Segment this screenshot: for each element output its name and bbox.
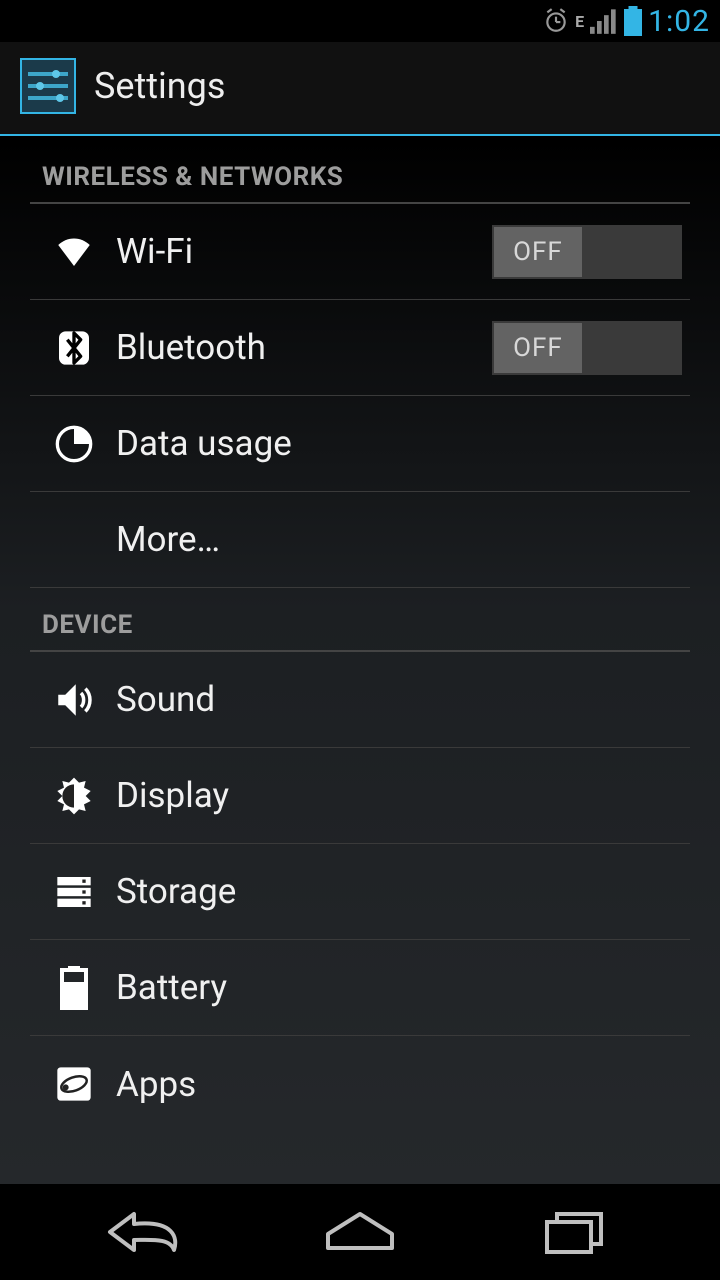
settings-item-apps[interactable]: Apps [30,1036,690,1132]
wifi-toggle[interactable]: OFF [492,225,682,279]
settings-app-icon [20,58,76,114]
toggle-state-label: OFF [494,323,582,373]
network-type-indicator: E [575,12,584,31]
settings-item-label: Display [110,775,682,816]
settings-item-data-usage[interactable]: Data usage [30,396,690,492]
status-bar: E 1:02 [0,0,720,42]
bluetooth-toggle[interactable]: OFF [492,321,682,375]
recent-apps-button[interactable] [505,1197,645,1267]
settings-item-label: Wi-Fi [110,231,492,272]
settings-item-label: More… [110,519,682,560]
settings-item-label: Sound [110,679,682,720]
settings-item-bluetooth[interactable]: Bluetooth OFF [30,300,690,396]
section-header-device: DEVICE [30,588,690,652]
toggle-state-label: OFF [494,227,582,277]
display-icon [38,776,110,816]
settings-item-wifi[interactable]: Wi-Fi OFF [30,204,690,300]
settings-item-sound[interactable]: Sound [30,652,690,748]
settings-item-battery[interactable]: Battery [30,940,690,1036]
alarm-icon [543,8,569,34]
settings-item-label: Bluetooth [110,327,492,368]
data-usage-icon [38,424,110,464]
settings-item-label: Data usage [110,423,682,464]
wifi-icon [38,231,110,273]
storage-icon [38,872,110,912]
section-header-wireless: WIRELESS & NETWORKS [30,140,690,204]
settings-item-label: Storage [110,871,682,912]
settings-list[interactable]: WIRELESS & NETWORKS Wi-Fi OFF Bluetooth … [0,140,720,1184]
signal-icon [590,8,618,34]
battery-settings-icon [38,966,110,1010]
settings-item-label: Apps [110,1064,682,1105]
page-title: Settings [94,65,225,107]
home-button[interactable] [290,1197,430,1267]
navigation-bar [0,1184,720,1280]
settings-item-display[interactable]: Display [30,748,690,844]
bluetooth-icon [38,328,110,368]
settings-item-storage[interactable]: Storage [30,844,690,940]
battery-icon [624,6,642,36]
back-button[interactable] [75,1197,215,1267]
status-clock: 1:02 [648,4,710,39]
settings-item-label: Battery [110,967,682,1008]
settings-item-more[interactable]: More… [30,492,690,588]
app-header: Settings [0,42,720,136]
sound-icon [38,679,110,721]
apps-icon [38,1064,110,1104]
